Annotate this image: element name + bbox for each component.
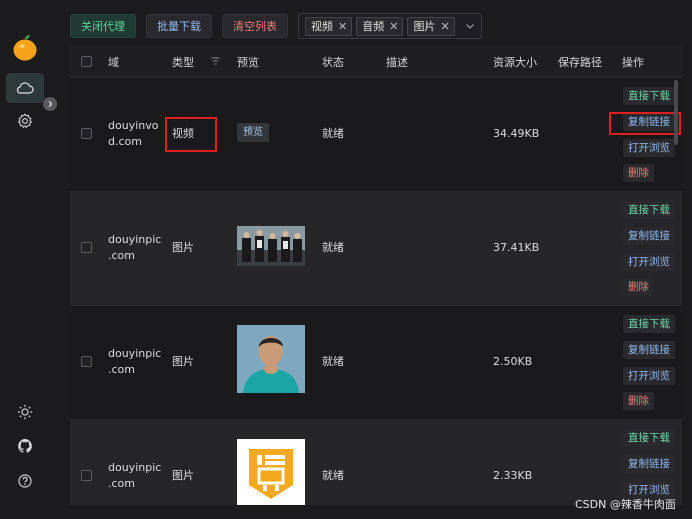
type-cell: 图片 xyxy=(172,355,194,368)
status-cell: 就绪 xyxy=(322,355,344,368)
image-thumbnail[interactable] xyxy=(237,226,305,266)
filter-tag: 视频 ✕ xyxy=(305,16,353,36)
type-filter-select[interactable]: 视频 ✕ 音频 ✕ 图片 ✕ xyxy=(298,13,482,39)
header-save-path: 保存路径 xyxy=(558,56,602,69)
header-preview: 预览 xyxy=(237,56,259,69)
size-cell: 37.41KB xyxy=(493,241,540,254)
copy-link-button[interactable]: 复制链接 xyxy=(623,455,675,473)
preview-button[interactable]: 预览 xyxy=(237,123,269,142)
open-browser-button[interactable]: 打开浏览 xyxy=(623,253,675,271)
size-cell: 34.49KB xyxy=(493,127,540,140)
clear-list-button[interactable]: 清空列表 xyxy=(222,14,288,38)
table-row: douyinpic .com 图片 就绪 2.50KB 直接下载 复制链接 打开… xyxy=(70,306,682,420)
delete-button[interactable]: 删除 xyxy=(623,278,654,296)
size-cell: 2.50KB xyxy=(493,355,533,368)
row-checkbox[interactable] xyxy=(81,128,92,139)
select-all-checkbox[interactable] xyxy=(81,56,92,67)
open-browser-button[interactable]: 打开浏览 xyxy=(623,367,675,385)
open-browser-button[interactable]: 打开浏览 xyxy=(623,139,675,157)
header-status: 状态 xyxy=(322,56,344,69)
size-cell: 2.33KB xyxy=(493,469,533,482)
app-window: 关闭代理 批量下载 清空列表 视频 ✕ 音频 ✕ 图片 ✕ 域 类型 预览 状态… xyxy=(0,0,692,519)
cloud-icon xyxy=(16,82,34,94)
download-button[interactable]: 直接下载 xyxy=(623,87,675,105)
close-icon[interactable]: ✕ xyxy=(389,20,398,33)
header-size: 资源大小 xyxy=(493,56,537,69)
row-checkbox[interactable] xyxy=(81,470,92,481)
resource-table: 域 类型 预览 状态 描述 资源大小 保存路径 操作 douyinvo d.co… xyxy=(70,45,682,505)
domain-text: douyinpic xyxy=(108,347,162,360)
copy-link-button[interactable]: 复制链接 xyxy=(623,227,675,245)
chevron-right-icon xyxy=(48,101,53,107)
delete-button[interactable]: 删除 xyxy=(623,392,654,410)
domain-cell: douyinpic .com xyxy=(108,346,161,378)
help-icon[interactable] xyxy=(17,473,33,489)
filter-tag-label: 图片 xyxy=(413,20,436,33)
domain-cell: douyinpic .com xyxy=(108,460,161,492)
funnel-icon[interactable] xyxy=(211,57,220,65)
domain-text: .com xyxy=(108,249,135,262)
image-thumbnail[interactable] xyxy=(237,439,305,505)
status-cell: 就绪 xyxy=(322,241,344,254)
filter-tag: 音频 ✕ xyxy=(356,16,404,36)
image-thumbnail[interactable] xyxy=(237,325,305,393)
gear-icon[interactable] xyxy=(17,113,33,129)
row-checkbox[interactable] xyxy=(81,356,92,367)
type-cell: 图片 xyxy=(172,469,194,482)
filter-tag: 图片 ✕ xyxy=(407,16,455,36)
copy-link-button[interactable]: 复制链接 xyxy=(623,341,675,359)
nav-cloud[interactable] xyxy=(6,73,44,103)
table-row: douyinvo d.com 视频 预览 就绪 34.49KB 直接下载 复制链… xyxy=(70,78,682,192)
domain-text: douyinpic xyxy=(108,461,162,474)
highlight-type-video xyxy=(165,117,217,152)
sidebar-expand-button[interactable] xyxy=(43,97,57,111)
download-button[interactable]: 直接下载 xyxy=(623,315,675,333)
domain-text: .com xyxy=(108,477,135,490)
header-type: 类型 xyxy=(172,56,194,69)
header-domain: 域 xyxy=(108,56,119,69)
table-row: douyinpic .com 图片 就绪 37.41KB 直接下载 复制链接 打… xyxy=(70,192,682,306)
table-row: douyinpic .com 图片 就绪 2.33KB 直接下载 复制链接 打开… xyxy=(70,420,682,505)
github-icon[interactable] xyxy=(17,438,33,454)
type-cell: 图片 xyxy=(172,241,194,254)
row-checkbox[interactable] xyxy=(81,242,92,253)
table-header: 域 类型 预览 状态 描述 资源大小 保存路径 操作 xyxy=(70,45,682,78)
chevron-down-icon[interactable] xyxy=(465,21,475,31)
sun-icon[interactable] xyxy=(17,404,33,420)
filter-tag-label: 视频 xyxy=(311,20,333,33)
delete-button[interactable]: 删除 xyxy=(623,164,654,182)
close-icon[interactable]: ✕ xyxy=(440,20,449,33)
vertical-scrollbar[interactable] xyxy=(674,80,678,145)
batch-download-button[interactable]: 批量下载 xyxy=(146,14,212,38)
download-button[interactable]: 直接下载 xyxy=(623,429,675,447)
domain-text: douyinvo xyxy=(108,119,159,132)
sidebar xyxy=(0,0,57,519)
filter-tag-label: 音频 xyxy=(362,20,385,33)
domain-text: .com xyxy=(108,363,135,376)
status-cell: 就绪 xyxy=(322,469,344,482)
domain-text: douyinpic xyxy=(108,233,162,246)
orange-logo-icon xyxy=(13,35,37,61)
domain-text: d.com xyxy=(108,135,142,148)
download-button[interactable]: 直接下载 xyxy=(623,201,675,219)
close-icon[interactable]: ✕ xyxy=(338,20,347,33)
header-actions: 操作 xyxy=(622,56,644,69)
domain-cell: douyinpic .com xyxy=(108,232,161,264)
toolbar: 关闭代理 批量下载 清空列表 视频 ✕ 音频 ✕ 图片 ✕ xyxy=(70,13,482,39)
domain-cell: douyinvo d.com xyxy=(108,118,158,150)
watermark: CSDN @辣香牛肉面 xyxy=(575,498,676,511)
close-proxy-button[interactable]: 关闭代理 xyxy=(70,14,136,38)
highlight-copy-link xyxy=(609,112,681,135)
status-cell: 就绪 xyxy=(322,127,344,140)
header-description: 描述 xyxy=(386,56,408,69)
